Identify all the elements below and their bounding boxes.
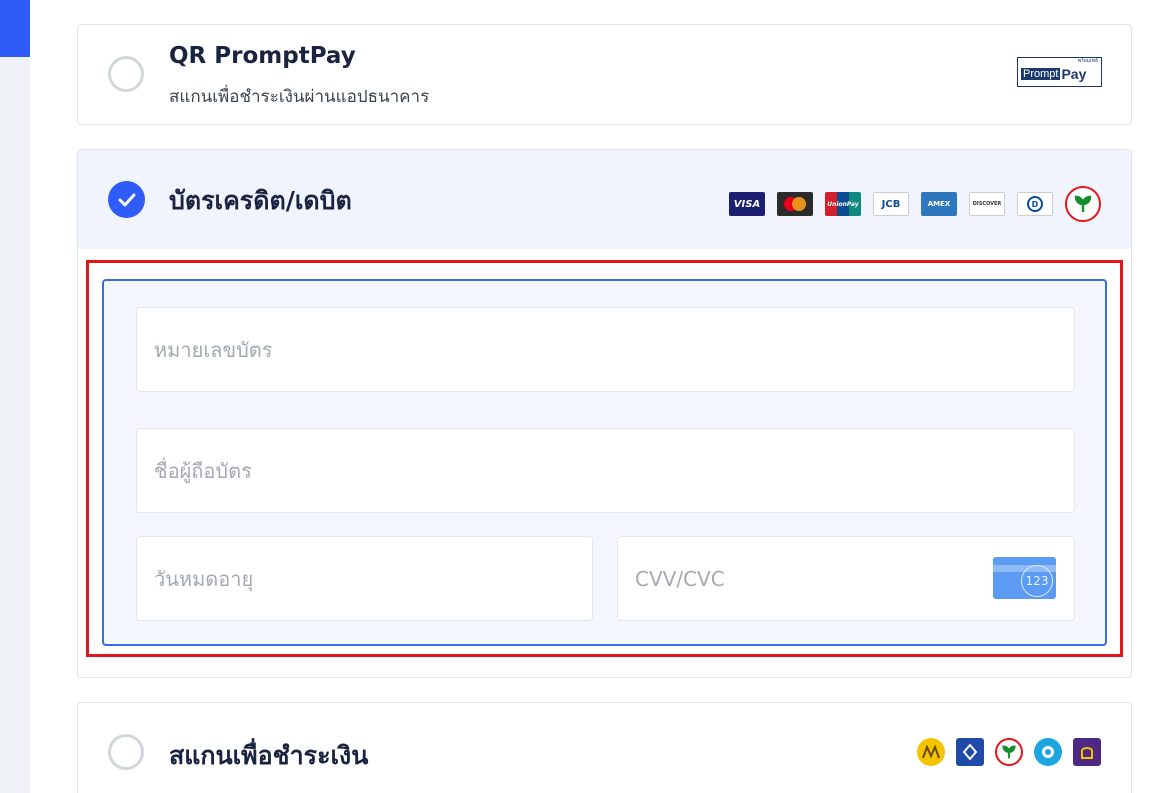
payment-option-qr-promptpay[interactable]: QR PromptPay สแกนเพื่อชำระเงินผ่านแอปธนา…	[77, 24, 1132, 125]
bank-logos	[917, 738, 1101, 766]
discover-icon: DISCOVER	[969, 192, 1005, 216]
credit-card-form: หมายเลขบัตร ชื่อผู้ถือบัตร วันหมดอายุ CV…	[102, 279, 1107, 646]
qr-option-title: QR PromptPay	[169, 43, 356, 69]
sidebar	[0, 0, 30, 793]
credit-option-title: บัตรเครดิต/เดบิต	[169, 186, 352, 215]
promptpay-logo-text: Prompt	[1021, 68, 1061, 80]
jcb-icon: JCB	[873, 192, 909, 216]
kbank-icon	[1065, 186, 1101, 222]
cvv-placeholder: CVV/CVC	[635, 566, 725, 591]
payment-option-scan-to-pay[interactable]: สแกนเพื่อชำระเงิน	[77, 702, 1132, 793]
krungsri-icon	[917, 738, 945, 766]
card-number-placeholder: หมายเลขบัตร	[154, 337, 273, 362]
qr-option-subtitle: สแกนเพื่อชำระเงินผ่านแอปธนาคาร	[169, 87, 430, 107]
promptpay-logo: พร้อมเพย์ Prompt Pay	[1017, 57, 1102, 87]
card-brand-logos: VISA UnionPay JCB AMEX DISCOVER D	[729, 186, 1101, 222]
ktb-icon	[1034, 738, 1062, 766]
cvv-card-icon: 123	[993, 557, 1056, 599]
mastercard-icon	[777, 192, 813, 216]
diners-club-icon: D	[1017, 192, 1053, 216]
card-holder-placeholder: ชื่อผู้ถือบัตร	[154, 458, 252, 483]
scb-icon	[1073, 738, 1101, 766]
cvv-hint-number: 123	[1021, 565, 1053, 597]
expiry-placeholder: วันหมดอายุ	[154, 566, 254, 591]
amex-icon: AMEX	[921, 192, 957, 216]
credit-radio-checked-icon[interactable]	[108, 181, 145, 218]
kbank-icon	[995, 738, 1023, 766]
bangkok-bank-icon	[956, 738, 984, 766]
diners-club-mark: D	[1027, 196, 1043, 212]
checkmark-icon	[118, 193, 135, 206]
sidebar-active-indicator	[0, 0, 30, 57]
visa-icon: VISA	[729, 192, 765, 216]
unionpay-icon: UnionPay	[825, 192, 861, 216]
promptpay-logo-text-bold: Pay	[1061, 66, 1087, 82]
qr-radio-button[interactable]	[108, 56, 144, 92]
cvv-input[interactable]: CVV/CVC 123	[617, 536, 1075, 621]
card-number-input[interactable]: หมายเลขบัตร	[136, 307, 1075, 392]
scan-option-title: สแกนเพื่อชำระเงิน	[169, 741, 369, 770]
card-holder-input[interactable]: ชื่อผู้ถือบัตร	[136, 428, 1075, 513]
promptpay-logo-small-text: พร้อมเพย์	[1077, 58, 1098, 64]
expiry-date-input[interactable]: วันหมดอายุ	[136, 536, 593, 621]
scan-radio-button[interactable]	[108, 734, 144, 770]
